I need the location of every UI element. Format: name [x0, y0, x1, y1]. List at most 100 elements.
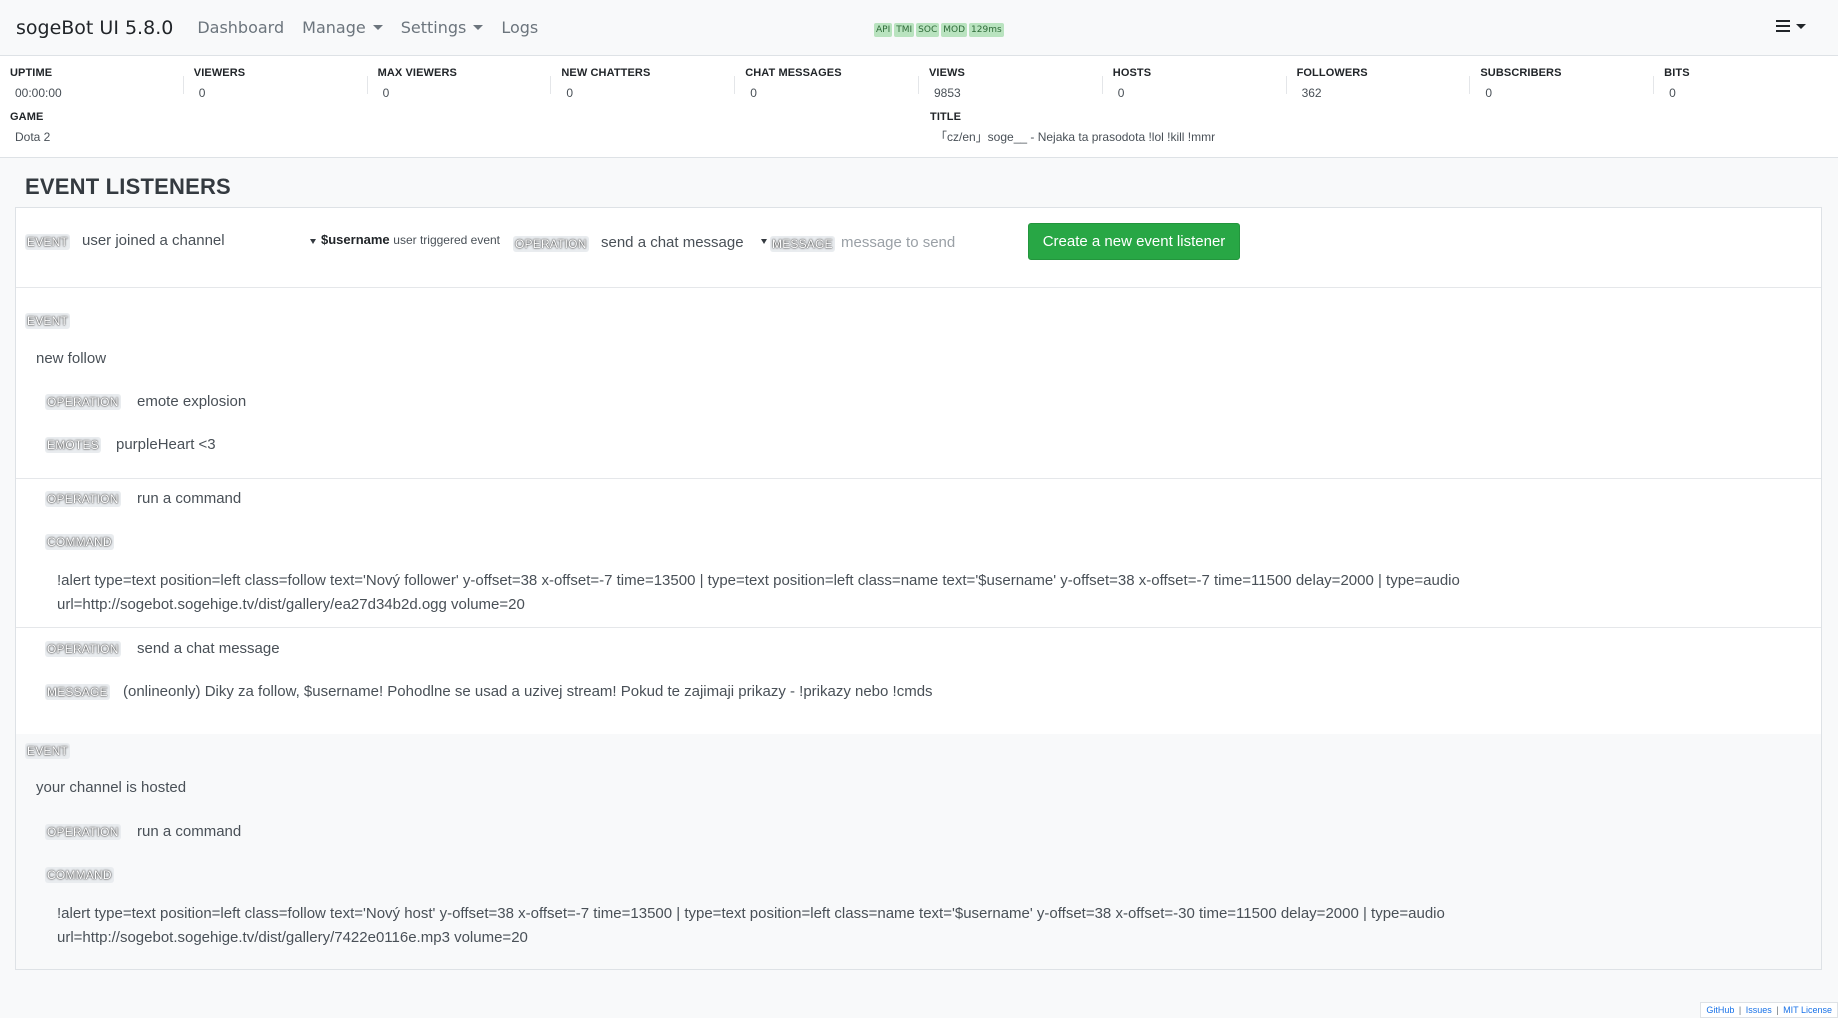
stat-label: GAME	[10, 111, 44, 123]
stat-max-viewers: MAX VIEWERS 0	[366, 64, 552, 100]
navbar: sogeBot UI 5.8.0 Dashboard Manage Settin…	[0, 0, 1838, 56]
nav-settings-label: Settings	[400, 18, 467, 37]
stat-bits: BITS 0	[1653, 64, 1838, 100]
event-name[interactable]: new follow	[36, 350, 106, 367]
message-tag: MESSAGE	[770, 236, 835, 252]
github-link[interactable]: GitHub	[1706, 1005, 1734, 1015]
nav-manage-label: Manage	[302, 18, 366, 37]
operation-select[interactable]: send a chat message	[601, 234, 744, 251]
divider	[16, 478, 1821, 479]
nav-logs-label: Logs	[501, 18, 539, 37]
license-link[interactable]: MIT License	[1783, 1005, 1832, 1015]
event-tag: EVENT	[25, 743, 71, 759]
event-listeners-card: EVENT user joined a channel $username us…	[15, 207, 1822, 970]
operation-tag: OPERATION	[45, 491, 121, 507]
stat-value: 0	[750, 86, 757, 100]
status-badge-soc: SOC	[916, 23, 940, 37]
chevron-down-icon	[473, 25, 484, 30]
stat-game-value[interactable]: Dota 2	[10, 126, 920, 144]
divider	[16, 287, 1821, 288]
stat-uptime: UPTIME 00:00:00	[0, 64, 184, 100]
stat-value: 9853	[933, 86, 961, 100]
chevron-down-icon	[372, 25, 383, 30]
operation-tag: OPERATION	[513, 236, 589, 252]
operation-tag: OPERATION	[45, 394, 121, 410]
stat-label: MAX VIEWERS	[377, 67, 457, 79]
command-value[interactable]: !alert type=text position=left class=fol…	[57, 902, 1617, 950]
stat-followers: FOLLOWERS 362	[1285, 64, 1471, 100]
stat-views: VIEWS 9853	[917, 64, 1103, 100]
event-name[interactable]: your channel is hosted	[36, 779, 186, 796]
stat-hosts: HOSTS 0	[1101, 64, 1287, 100]
command-value[interactable]: !alert type=text position=left class=fol…	[57, 569, 1617, 617]
stat-value: 0	[1117, 86, 1125, 100]
footer-separator: |	[1738, 1005, 1742, 1015]
stat-value: 0	[1669, 86, 1676, 100]
message-tag: MESSAGE	[45, 684, 110, 700]
stat-chat-messages: CHAT MESSAGES 0	[734, 64, 919, 100]
footer-separator: |	[1776, 1005, 1779, 1015]
stat-label: TITLE	[930, 111, 962, 123]
status-badge-tmi: TMI	[894, 23, 915, 37]
operation-tag: OPERATION	[45, 824, 121, 840]
chevron-down-icon[interactable]	[761, 239, 767, 244]
stat-label: VIEWS	[928, 67, 965, 79]
stat-title: TITLE 「cz/en」soge__ - Nejaka ta prasodota…	[920, 108, 1820, 144]
nav-logs[interactable]: Logs	[501, 18, 538, 37]
operation-tag: OPERATION	[45, 641, 121, 657]
stat-value: 0	[198, 86, 206, 100]
menu-toggle[interactable]	[1776, 20, 1806, 32]
stat-label: SUBSCRIBERS	[1480, 67, 1562, 79]
create-listener-button[interactable]: Create a new event listener	[1028, 223, 1240, 260]
emotes-value[interactable]: purpleHeart <3	[116, 436, 216, 453]
stat-label: VIEWERS	[193, 67, 246, 79]
command-tag: COMMAND	[45, 867, 114, 883]
nav-dashboard-label: Dashboard	[197, 18, 285, 37]
stat-label: FOLLOWERS	[1296, 67, 1368, 79]
message-value[interactable]: (onlineonly) Diky za follow, $username! …	[123, 683, 933, 700]
operation-value[interactable]: run a command	[137, 823, 241, 840]
emotes-tag: EMOTES	[45, 437, 101, 453]
stats-row: GAME Dota 2 TITLE 「cz/en」soge__ - Nejaka t…	[0, 108, 1838, 144]
stat-viewers: VIEWERS 0	[182, 64, 368, 100]
message-input[interactable]: message to send	[841, 234, 955, 251]
stat-label: UPTIME	[10, 67, 53, 79]
stat-label: BITS	[1664, 67, 1690, 79]
stat-new-chatters: NEW CHATTERS 0	[550, 64, 735, 100]
footer-links: GitHub | Issues | MIT License	[1700, 1002, 1838, 1018]
event-tag: EVENT	[25, 234, 71, 250]
status-badge-api: API	[874, 23, 893, 37]
stat-subscribers: SUBSCRIBERS 0	[1469, 64, 1654, 100]
nav-manage[interactable]: Manage	[302, 18, 383, 37]
stat-value: 0	[566, 86, 574, 100]
stat-title-value[interactable]: 「cz/en」soge__ - Nejaka ta prasodota !lol…	[930, 126, 1820, 144]
nav-dashboard[interactable]: Dashboard	[197, 18, 284, 37]
page-title: EVENT LISTENERS	[25, 174, 231, 199]
event-select[interactable]: user joined a channel	[82, 232, 225, 249]
connection-status: API TMI SOC MOD 129ms	[874, 23, 1004, 37]
event-tag: EVENT	[25, 313, 71, 329]
chevron-down-icon[interactable]	[310, 239, 316, 244]
nav-settings[interactable]: Settings	[401, 18, 484, 37]
stat-value: 0	[1485, 86, 1493, 100]
operation-value[interactable]: run a command	[137, 490, 241, 507]
operation-value[interactable]: send a chat message	[137, 640, 280, 657]
stat-label: CHAT MESSAGES	[745, 67, 842, 79]
chevron-down-icon	[1796, 23, 1806, 29]
issues-link[interactable]: Issues	[1746, 1005, 1772, 1015]
operation-value[interactable]: emote explosion	[137, 393, 246, 410]
status-badge-latency: 129ms	[969, 23, 1004, 37]
variable-name: $username	[321, 232, 390, 247]
stats-row: UPTIME 00:00:00 VIEWERS 0 MAX VIEWERS 0 NEW…	[0, 64, 1838, 100]
stream-stats: UPTIME 00:00:00 VIEWERS 0 MAX VIEWERS 0 NEW…	[0, 56, 1838, 158]
stat-game: GAME Dota 2	[0, 108, 920, 144]
hamburger-icon	[1776, 20, 1790, 32]
stat-value: 0	[382, 86, 390, 100]
brand[interactable]: sogeBot UI 5.8.0	[16, 17, 173, 39]
stat-value: 00:00:00	[15, 86, 62, 100]
divider	[16, 627, 1821, 628]
stat-value: 362	[1301, 86, 1322, 100]
status-badge-mod: MOD	[941, 23, 968, 37]
variable-desc: user triggered event	[393, 233, 501, 247]
stat-label: HOSTS	[1112, 67, 1152, 79]
